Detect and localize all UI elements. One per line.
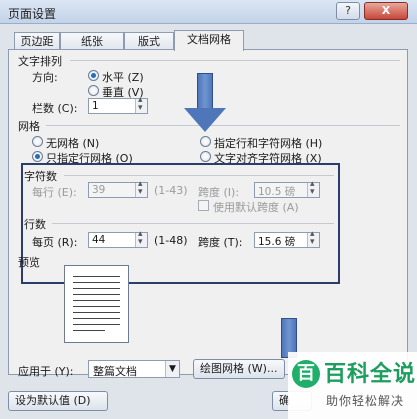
lines-per-page-value: 44 [92, 234, 106, 246]
preview-line [73, 282, 120, 283]
line-pitch-value: 15.6 磅 [258, 236, 296, 248]
text-snap-grid-radio[interactable] [200, 151, 211, 162]
divider [52, 223, 334, 224]
divider [70, 60, 400, 61]
chars-per-line-label: 每行 (E): [32, 186, 77, 199]
lines-per-page-range: (1-48) [154, 234, 188, 247]
apply-to-value: 整篇文档 [93, 365, 137, 378]
preview-line [73, 300, 120, 301]
watermark: 百 百科全说 助你轻松解决 [288, 352, 417, 419]
chars-per-line-range: (1-43) [154, 184, 188, 197]
preview-line [73, 294, 120, 295]
apply-to-label: 应用于 (Y): [18, 365, 74, 378]
annotation-arrow-shaft [197, 73, 213, 109]
divider [64, 175, 334, 176]
page-preview [64, 265, 129, 343]
watermark-logo-icon: 百 [292, 360, 320, 388]
lines-section-label: 行数 [24, 218, 46, 231]
preview-line [73, 288, 120, 289]
horizontal-label: 水平 (Z) [102, 71, 144, 84]
line-pitch-stepper[interactable]: 15.6 磅 [254, 229, 320, 248]
default-pitch-checkbox[interactable] [198, 200, 209, 211]
columns-stepper[interactable]: 1 [88, 95, 148, 114]
preview-line [73, 318, 120, 319]
tab-document-grid[interactable]: 文档网格 [174, 30, 244, 51]
preview-line [73, 330, 105, 331]
window-title: 页面设置 [8, 7, 57, 21]
preview-line [73, 324, 120, 325]
watermark-title: 百科全说 [324, 362, 417, 387]
char-pitch-label: 跨度 (I): [198, 186, 240, 199]
horizontal-radio[interactable] [88, 70, 99, 81]
tab-layout[interactable]: 版式 [124, 32, 174, 50]
preview-section-label: 预览 [18, 256, 40, 269]
title-bar: 页面设置 ? X [0, 0, 417, 24]
stepper-arrows-icon[interactable] [307, 229, 319, 247]
default-pitch-label: 使用默认跨度 (A) [213, 201, 299, 214]
preview-line [73, 276, 120, 277]
tab-margins[interactable]: 页边距 [14, 32, 60, 50]
line-grid-radio[interactable] [32, 151, 43, 162]
chars-per-line-value: 39 [92, 184, 106, 196]
direction-label: 方向: [32, 71, 58, 84]
vertical-radio[interactable] [88, 85, 99, 96]
char-pitch-stepper[interactable]: 10.5 磅 [254, 179, 320, 198]
preview-line [73, 312, 120, 313]
chars-per-line-stepper[interactable]: 39 [88, 179, 148, 198]
help-button[interactable]: ? [336, 2, 360, 20]
stepper-arrows-icon[interactable] [135, 95, 147, 113]
stepper-arrows-icon[interactable] [135, 229, 147, 247]
columns-label: 栏数 (C): [32, 102, 78, 115]
tab-paper[interactable]: 纸张 [60, 32, 124, 50]
characters-section-label: 字符数 [24, 170, 57, 183]
line-pitch-label: 跨度 (T): [198, 236, 243, 249]
lines-per-page-stepper[interactable]: 44 [88, 229, 148, 248]
no-grid-label: 无网格 (N) [46, 137, 100, 150]
char-pitch-value: 10.5 磅 [258, 186, 296, 198]
set-default-button[interactable]: 设为默认值 (D) [8, 391, 108, 411]
chevron-down-icon[interactable]: ▼ [165, 361, 179, 377]
stepper-arrows-icon[interactable] [135, 179, 147, 197]
stepper-arrows-icon[interactable] [307, 179, 319, 197]
apply-to-select[interactable]: 整篇文档 ▼ [88, 360, 180, 378]
watermark-subtitle: 助你轻松解决 [326, 394, 405, 408]
line-char-grid-label: 指定行和字符网格 (H) [214, 137, 323, 150]
no-grid-radio[interactable] [32, 136, 43, 147]
columns-value: 1 [92, 100, 99, 112]
drawing-grid-button[interactable]: 绘图网格 (W)... [193, 359, 285, 379]
text-direction-section-label: 文字排列 [18, 55, 62, 68]
grid-section-label: 网格 [18, 120, 40, 133]
close-button[interactable]: X [364, 2, 408, 20]
line-char-grid-radio[interactable] [200, 136, 211, 147]
down-arrow-icon [184, 108, 226, 132]
preview-line [73, 306, 120, 307]
lines-per-page-label: 每页 (R): [32, 236, 78, 249]
